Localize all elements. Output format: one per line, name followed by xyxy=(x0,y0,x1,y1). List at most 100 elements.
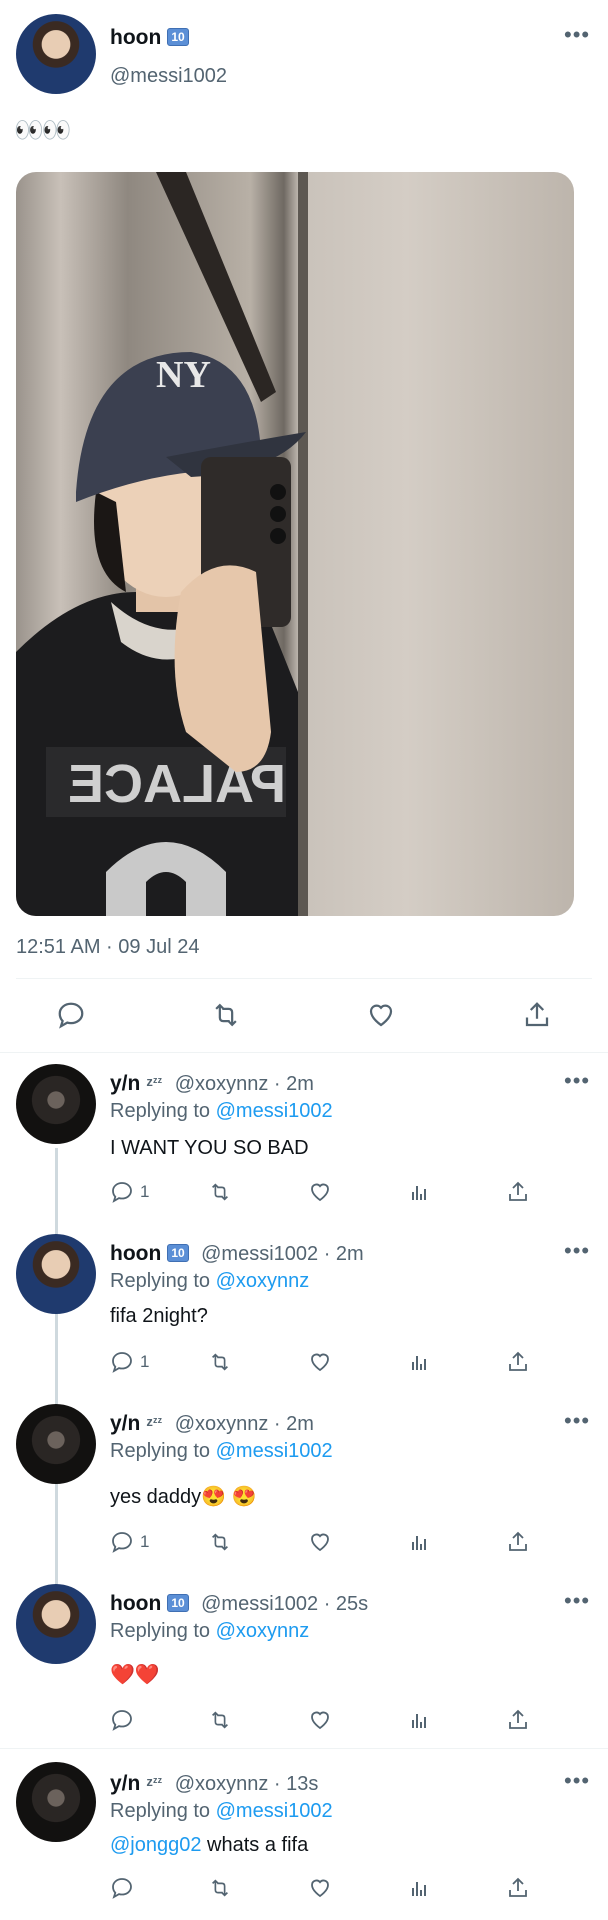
reply-header: hoon 10 @messi1002 · 25s xyxy=(110,1592,368,1616)
divider xyxy=(0,1052,608,1053)
author-handle-time[interactable]: @xoxynnz · 2m xyxy=(175,1413,314,1435)
share-button[interactable] xyxy=(506,1876,530,1900)
reply-actions: 1 xyxy=(110,1530,550,1560)
replying-prefix: Replying to xyxy=(110,1270,216,1292)
heart-icon xyxy=(311,1533,329,1552)
retweet-button[interactable] xyxy=(208,1180,232,1204)
replying-to-link[interactable]: @messi1002 xyxy=(216,1800,333,1822)
avatar[interactable] xyxy=(16,1234,96,1314)
analytics-icon xyxy=(412,1186,426,1200)
like-button[interactable] xyxy=(308,1530,332,1554)
share-button[interactable] xyxy=(522,1000,552,1035)
like-button[interactable] xyxy=(308,1876,332,1900)
retweet-button[interactable] xyxy=(208,1876,232,1900)
retweet-icon xyxy=(212,1879,228,1897)
replying-to: Replying to @xoxynnz xyxy=(110,1620,309,1643)
reply-button[interactable] xyxy=(56,1000,86,1035)
like-button[interactable] xyxy=(308,1350,332,1374)
avatar[interactable] xyxy=(16,1064,96,1144)
share-button[interactable] xyxy=(506,1180,530,1204)
views-button[interactable] xyxy=(408,1530,432,1554)
avatar[interactable] xyxy=(16,1584,96,1664)
author-name[interactable]: hoon xyxy=(110,26,161,49)
badge-10-icon: 10 xyxy=(167,1594,189,1612)
reply-text-line: @jongg02 whats a fifa xyxy=(110,1834,308,1857)
reply-button[interactable] xyxy=(110,1876,134,1900)
reply-actions xyxy=(110,1876,550,1906)
avatar[interactable] xyxy=(16,1404,96,1484)
more-options-icon[interactable]: ••• xyxy=(564,1770,590,1792)
share-button[interactable] xyxy=(506,1708,530,1732)
retweet-button[interactable] xyxy=(208,1350,232,1374)
reply-button[interactable] xyxy=(110,1708,134,1732)
analytics-icon xyxy=(412,1882,426,1896)
more-options-icon[interactable]: ••• xyxy=(564,1240,590,1262)
views-button[interactable] xyxy=(408,1876,432,1900)
reply-count: 1 xyxy=(140,1352,150,1371)
share-button[interactable] xyxy=(506,1350,530,1374)
reply-actions: 1 xyxy=(110,1350,550,1380)
avatar[interactable] xyxy=(16,14,96,94)
reply-text: ❤️❤️ xyxy=(110,1664,160,1686)
author-handle-time[interactable]: @xoxynnz · 2m xyxy=(175,1073,314,1095)
retweet-icon xyxy=(212,1533,228,1551)
retweet-button[interactable] xyxy=(208,1708,232,1732)
author-name[interactable]: y/n xyxy=(110,1772,140,1795)
mention-link[interactable]: @jongg02 xyxy=(110,1834,201,1856)
replying-to-link[interactable]: @messi1002 xyxy=(216,1100,333,1122)
author-handle[interactable]: @messi1002 xyxy=(110,65,227,88)
author-handle-time[interactable]: @messi1002 · 2m xyxy=(201,1243,364,1265)
views-button[interactable] xyxy=(408,1350,432,1374)
tweet-photo[interactable]: PALACE NY xyxy=(16,172,574,916)
author-name[interactable]: hoon xyxy=(110,1242,161,1265)
replying-to-link[interactable]: @xoxynnz xyxy=(216,1620,310,1642)
more-options-icon[interactable]: ••• xyxy=(564,1070,590,1092)
divider xyxy=(16,978,592,979)
replying-to: Replying to @messi1002 xyxy=(110,1440,333,1463)
reply-header: y/n zᶻᶻ @xoxynnz · 2m xyxy=(110,1412,314,1436)
svg-text:NY: NY xyxy=(156,354,211,396)
divider xyxy=(0,1748,608,1749)
views-button[interactable] xyxy=(408,1708,432,1732)
views-button[interactable] xyxy=(408,1180,432,1204)
author-handle-time[interactable]: @xoxynnz · 13s xyxy=(175,1773,319,1795)
more-options-icon[interactable]: ••• xyxy=(564,24,590,46)
author-header: hoon 10 xyxy=(110,26,189,50)
share-icon xyxy=(509,1531,527,1551)
share-icon xyxy=(509,1877,527,1897)
author-handle-time[interactable]: @messi1002 · 25s xyxy=(201,1593,368,1615)
retweet-icon xyxy=(212,1183,228,1201)
retweet-button[interactable] xyxy=(208,1530,232,1554)
reply-header: y/n zᶻᶻ @xoxynnz · 13s xyxy=(110,1772,318,1796)
replying-to: Replying to @messi1002 xyxy=(110,1800,333,1823)
like-button[interactable] xyxy=(308,1708,332,1732)
avatar[interactable] xyxy=(16,1762,96,1842)
author-name[interactable]: hoon xyxy=(110,1592,161,1615)
replying-to-link[interactable]: @xoxynnz xyxy=(216,1270,310,1292)
retweet-icon xyxy=(212,1353,228,1371)
like-button[interactable] xyxy=(366,1000,396,1035)
author-name[interactable]: y/n xyxy=(110,1072,140,1095)
reply-count: 1 xyxy=(140,1182,150,1201)
reply-button[interactable]: 1 xyxy=(110,1530,149,1554)
reply-actions xyxy=(110,1708,550,1738)
share-button[interactable] xyxy=(506,1530,530,1554)
more-options-icon[interactable]: ••• xyxy=(564,1410,590,1432)
author-name[interactable]: y/n xyxy=(110,1412,140,1435)
reply-button[interactable]: 1 xyxy=(110,1350,149,1374)
analytics-icon xyxy=(412,1536,426,1550)
more-options-icon[interactable]: ••• xyxy=(564,1590,590,1612)
reply-button[interactable]: 1 xyxy=(110,1180,149,1204)
retweet-button[interactable] xyxy=(210,1000,242,1035)
analytics-icon xyxy=(412,1356,426,1370)
replying-to-link[interactable]: @messi1002 xyxy=(216,1440,333,1462)
like-button[interactable] xyxy=(308,1180,332,1204)
badge-10-icon: 10 xyxy=(167,28,189,46)
analytics-icon xyxy=(412,1714,426,1728)
replying-to: Replying to @xoxynnz xyxy=(110,1270,309,1293)
retweet-icon xyxy=(212,1711,228,1729)
zzz-icon: zᶻᶻ xyxy=(146,1074,163,1089)
replying-prefix: Replying to xyxy=(110,1620,216,1642)
reply-icon xyxy=(112,1532,132,1553)
share-icon xyxy=(509,1181,527,1201)
